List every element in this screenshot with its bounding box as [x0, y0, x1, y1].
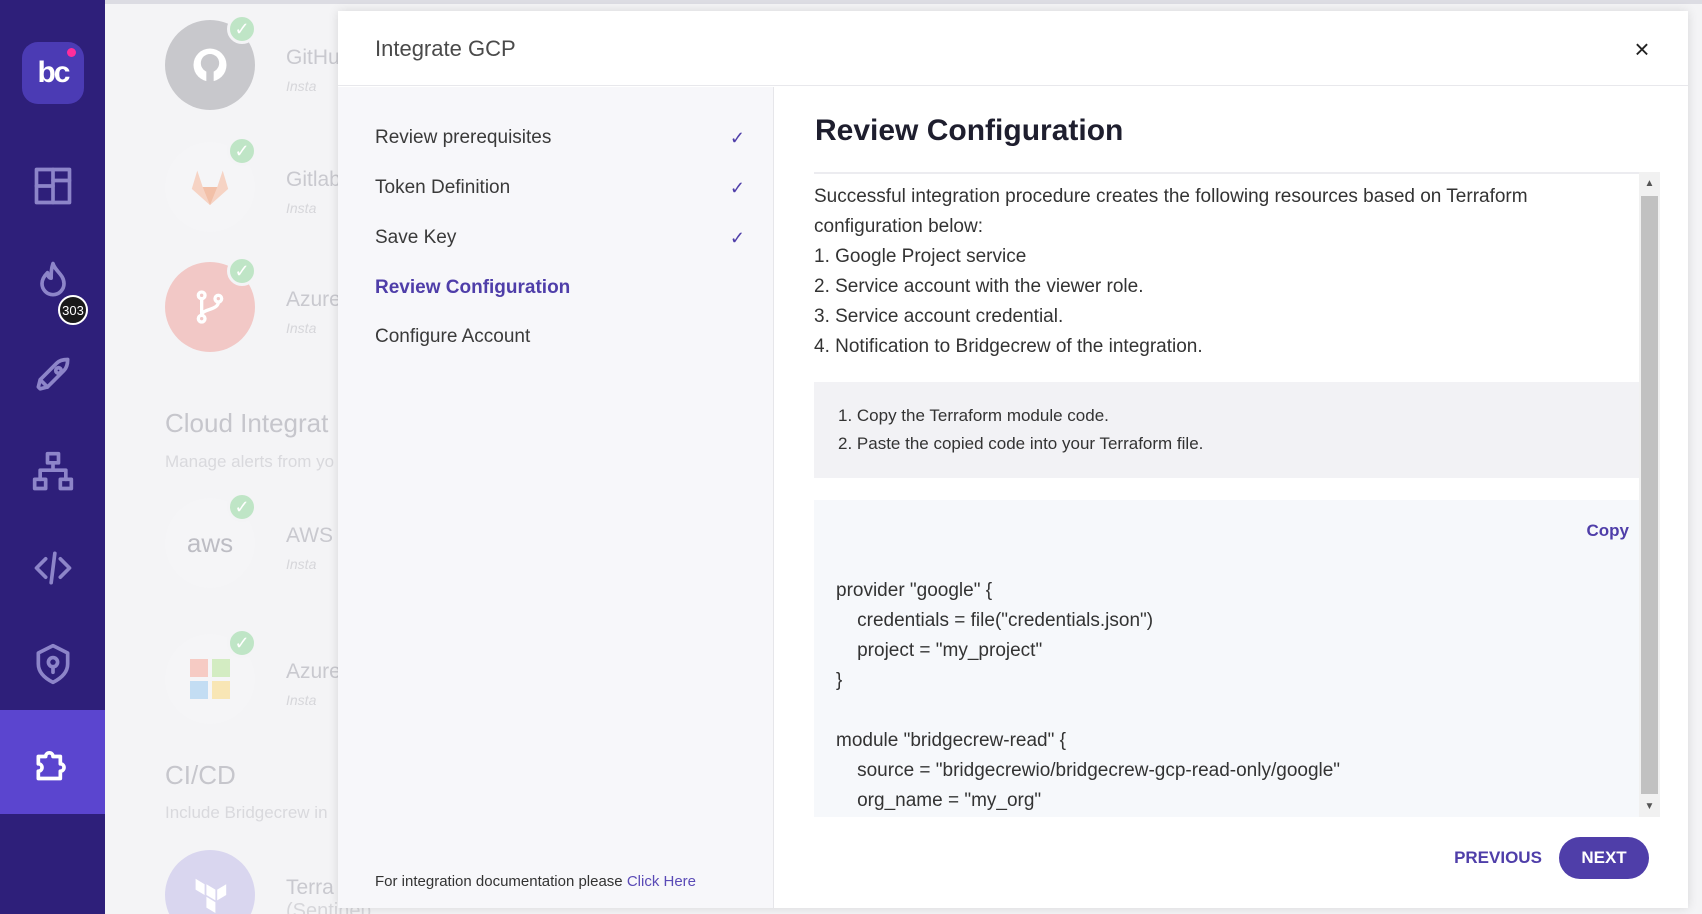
scrollbar[interactable]: ▲ ▼	[1639, 172, 1660, 817]
logo-text: bc	[37, 56, 70, 89]
next-button[interactable]: NEXT	[1559, 837, 1649, 879]
check-icon: ✓	[729, 127, 745, 148]
instruction-item: 2. Paste the copied code into your Terra…	[838, 434, 1204, 453]
previous-button[interactable]: PREVIOUS	[1443, 837, 1553, 879]
installed-check-icon: ✓	[227, 14, 257, 44]
scroll-up-arrow-icon[interactable]: ▲	[1639, 174, 1660, 192]
cicd-section-title: CI/CD	[165, 760, 236, 790]
list-item: 3. Service account credential.	[814, 306, 1064, 327]
intro-line: configuration below:	[814, 216, 983, 237]
terraform-icon	[165, 850, 255, 914]
step-label: Save Key	[375, 227, 457, 248]
dashboard-icon	[34, 167, 71, 205]
integration-name: Azure	[286, 660, 341, 683]
alert-count-badge: 303	[58, 295, 88, 325]
modal-title: Integrate GCP	[375, 36, 516, 61]
integrations-nav-item[interactable]	[0, 710, 105, 814]
step-label: Review prerequisites	[375, 127, 552, 148]
installed-check-icon: ✓	[227, 492, 257, 522]
launch-nav-item[interactable]	[0, 324, 105, 428]
scroll-down-arrow-icon[interactable]: ▼	[1639, 797, 1660, 815]
integration-name: Terra	[286, 876, 334, 899]
step-label: Token Definition	[375, 177, 511, 198]
integration-status: Insta	[286, 692, 317, 708]
terraform-code[interactable]: provider "google" { credentials = file("…	[836, 576, 1625, 817]
integrations-icon	[36, 751, 66, 781]
instructions-box: 1. Copy the Terraform module code. 2. Pa…	[814, 382, 1639, 478]
integration-status: Insta	[286, 320, 317, 336]
installed-check-icon: ✓	[227, 136, 257, 166]
policies-nav-item[interactable]	[0, 612, 105, 716]
intro-text: Successful integration procedure creates…	[814, 182, 1594, 362]
copy-button[interactable]: Copy	[1587, 516, 1630, 546]
check-icon: ✓	[729, 227, 745, 248]
wizard-steps: Review prerequisites ✓ Token Definition …	[338, 87, 774, 908]
installed-check-icon: ✓	[227, 628, 257, 658]
integration-name: Gitlab	[286, 168, 341, 191]
integration-status: Insta	[286, 200, 317, 216]
instruction-item: 1. Copy the Terraform module code.	[838, 406, 1109, 425]
section-title: Review Configuration	[815, 114, 1124, 147]
cloud-section-subtitle: Manage alerts from yo	[165, 452, 335, 471]
code-nav-item[interactable]	[0, 516, 105, 620]
check-icon: ✓	[729, 177, 745, 198]
cicd-section-subtitle: Include Bridgecrew in	[165, 803, 328, 822]
resources-nav-item[interactable]	[0, 420, 105, 524]
integration-name: Azure	[286, 288, 341, 311]
integration-status: Insta	[286, 556, 317, 572]
step-review-prerequisites[interactable]: Review prerequisites ✓	[375, 123, 745, 153]
integration-name: AWS	[286, 524, 334, 547]
logo-dot	[67, 48, 76, 57]
step-save-key[interactable]: Save Key ✓	[375, 223, 745, 253]
step-label: Review Configuration	[375, 277, 571, 298]
code-icon	[34, 551, 71, 585]
close-icon[interactable]: ×	[1626, 33, 1658, 65]
policy-shield-icon	[36, 643, 69, 685]
launch-icon	[36, 357, 69, 391]
integrate-gcp-modal: Integrate GCP × Review prerequisites ✓ T…	[338, 11, 1688, 908]
integration-status: Insta	[286, 78, 317, 94]
configuration-content[interactable]: Successful integration procedure creates…	[814, 172, 1639, 817]
step-token-definition[interactable]: Token Definition ✓	[375, 173, 745, 203]
incidents-nav-item[interactable]	[0, 228, 105, 332]
intro-line: Successful integration procedure creates…	[814, 186, 1528, 207]
dashboard-nav-item[interactable]	[0, 134, 105, 238]
list-item: 1. Google Project service	[814, 246, 1027, 267]
list-item: 2. Service account with the viewer role.	[814, 276, 1144, 297]
page-top-divider	[105, 0, 1702, 4]
resources-icon	[32, 451, 73, 491]
step-label: Configure Account	[375, 326, 531, 347]
installed-check-icon: ✓	[227, 256, 257, 286]
sidebar-nav: bc 303	[0, 0, 105, 914]
cloud-section-title: Cloud Integrat	[165, 408, 329, 438]
documentation-note: For integration documentation please Cli…	[375, 873, 696, 890]
step-configure-account[interactable]: Configure Account	[375, 322, 745, 352]
integration-name: GitHu	[286, 46, 340, 69]
modal-header: Integrate GCP ×	[338, 11, 1688, 86]
step-review-configuration[interactable]: Review Configuration	[375, 273, 745, 303]
terraform-code-block[interactable]: provider "google" { credentials = file("…	[814, 500, 1639, 817]
bridgecrew-logo[interactable]: bc	[22, 42, 84, 104]
resources-list: 1. Google Project service 2. Service acc…	[814, 242, 1594, 362]
documentation-text: For integration documentation please	[375, 873, 627, 890]
scrollbar-thumb[interactable]	[1641, 196, 1658, 794]
list-item: 4. Notification to Bridgecrew of the int…	[814, 336, 1203, 357]
documentation-link[interactable]: Click Here	[627, 873, 696, 890]
